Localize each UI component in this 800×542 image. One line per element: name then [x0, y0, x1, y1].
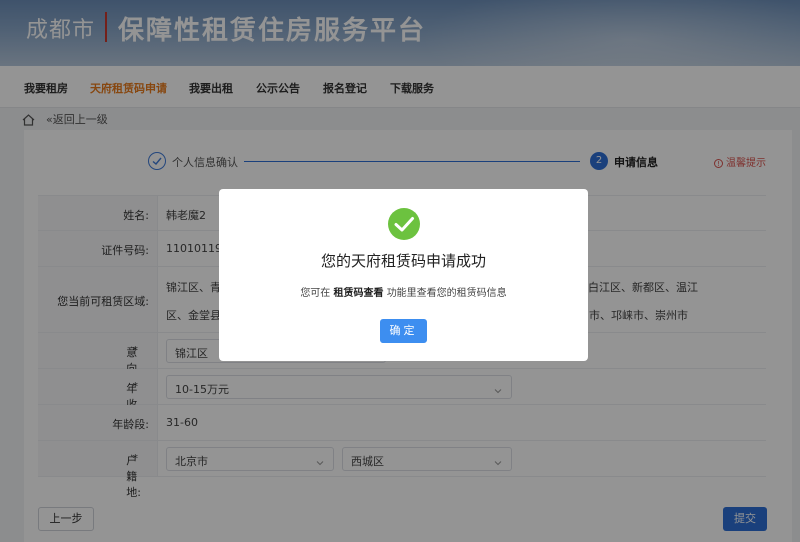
- dialog-message: 您可在 租赁码查看 功能里查看您的租赁码信息: [219, 284, 588, 299]
- dialog-title: 您的天府租赁码申请成功: [320, 252, 486, 270]
- rental-code-view-link[interactable]: 租赁码查看: [334, 288, 384, 299]
- dialog-message-suffix: 功能里查看您的租赁码信息: [386, 288, 507, 299]
- success-check-icon: [387, 207, 421, 245]
- success-dialog: 您的天府租赁码申请成功 您可在 租赁码查看 功能里查看您的租赁码信息 确定: [219, 189, 588, 361]
- dialog-message-prefix: 您可在: [300, 288, 331, 299]
- confirm-button[interactable]: 确定: [380, 319, 427, 343]
